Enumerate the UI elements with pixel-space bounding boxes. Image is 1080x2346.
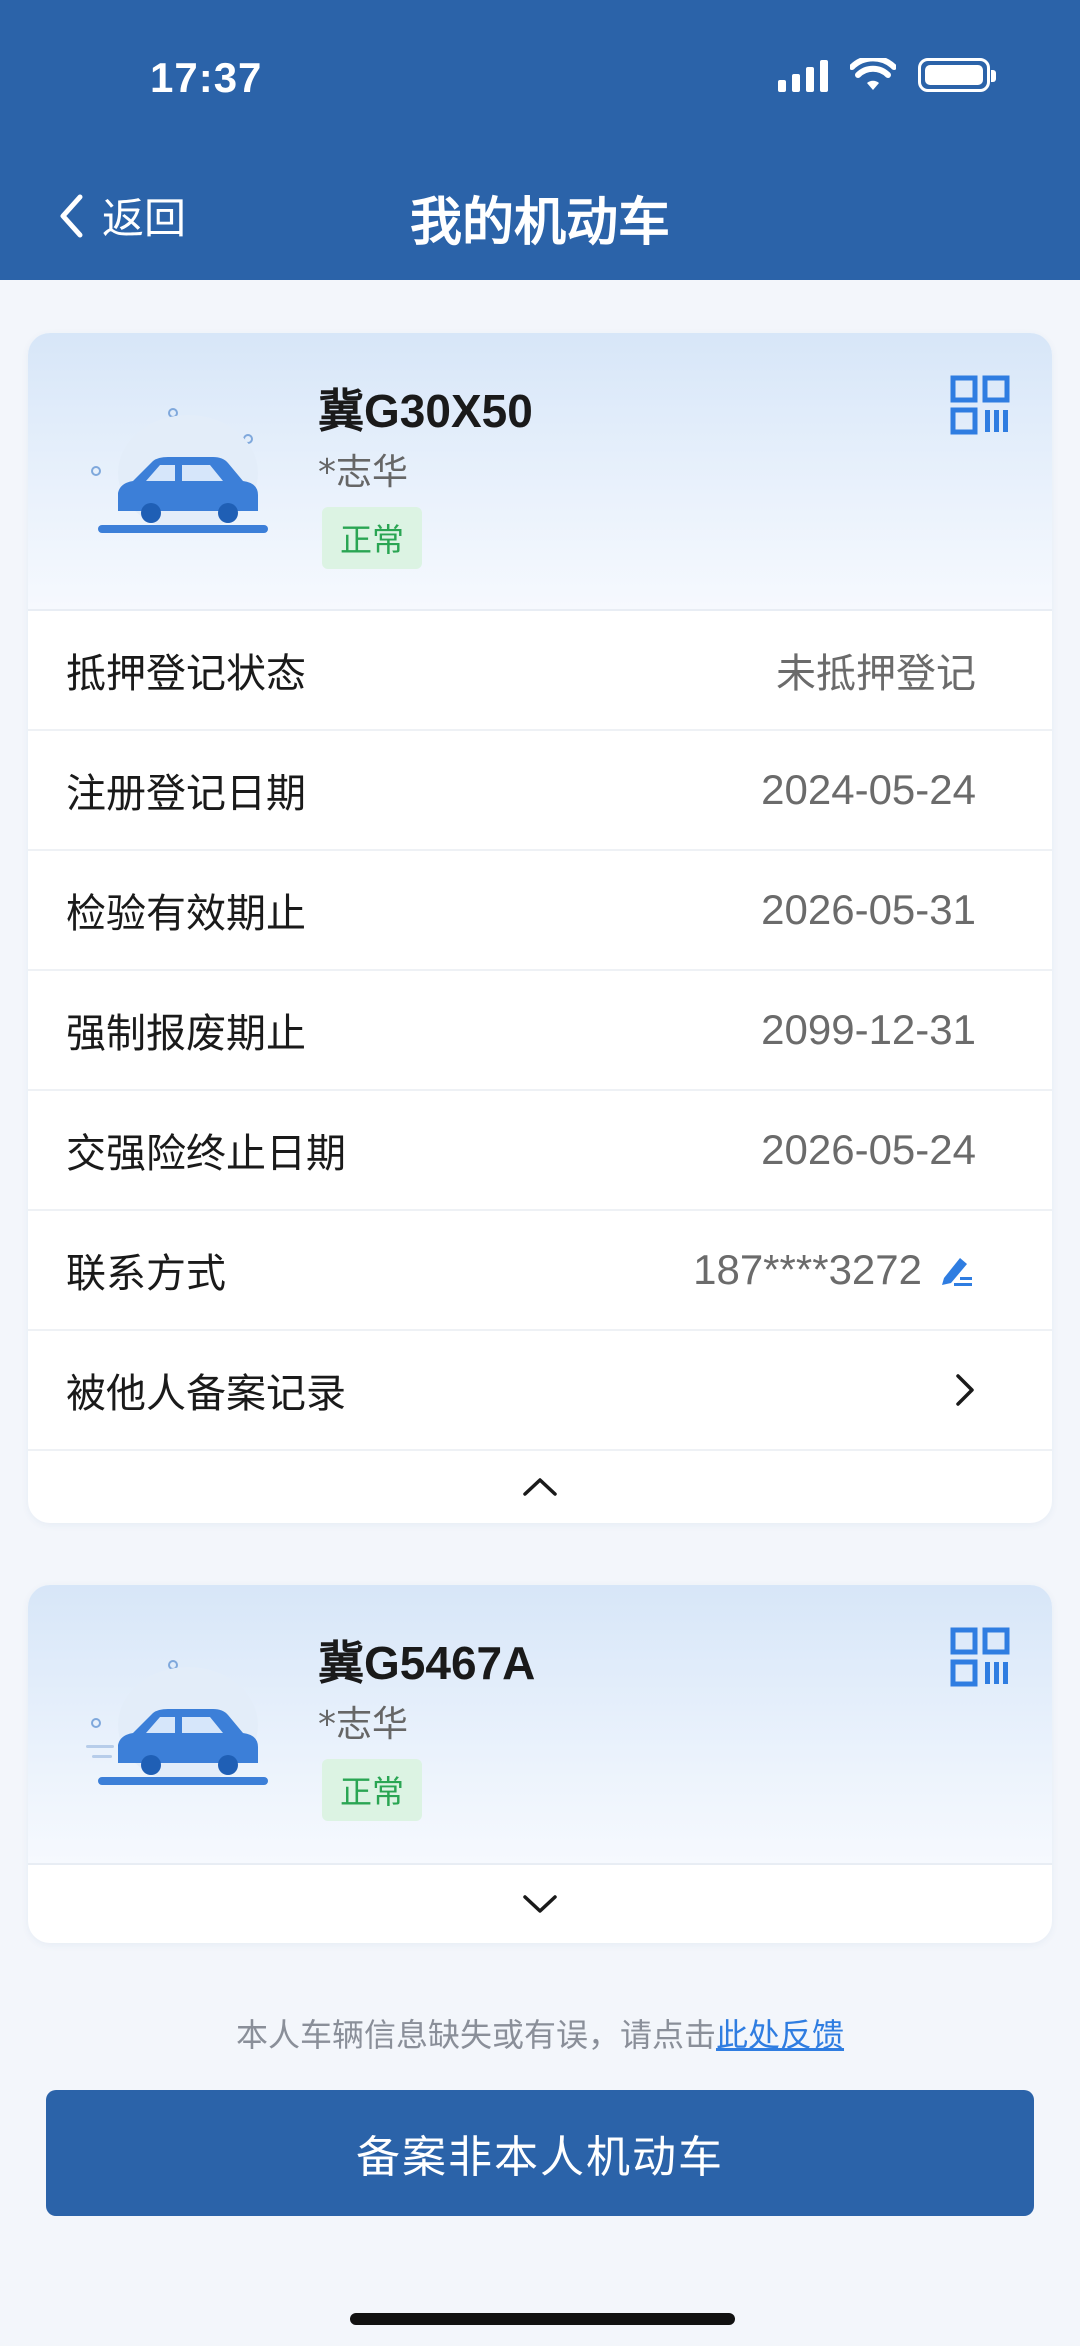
chevron-up-icon [523,1478,557,1496]
row-value: 未抵押登记 [776,651,976,697]
feedback-text: 本人车辆信息缺失或有误，请点击 [235,2016,716,2054]
row-label: 强制报废期止 [66,1011,306,1057]
contact-phone: 187****3272 [693,1246,922,1293]
row-label: 被他人备案记录 [66,1371,346,1417]
row-value: 2099-12-31 [761,1006,976,1053]
wifi-icon [850,58,896,90]
row-label: 交强险终止日期 [66,1131,346,1177]
plate-number: 冀G5467A [318,1637,536,1689]
edit-icon[interactable] [936,1250,976,1290]
vehicle-card-header[interactable]: 冀G30X50 *志华 正常 [28,333,1052,611]
chevron-down-icon [523,1895,557,1913]
home-indicator [350,2313,735,2325]
battery-icon [918,58,996,92]
row-value: 2024-05-24 [761,766,976,813]
mortgage-status-row: 抵押登记状态 未抵押登记 [28,611,1052,731]
expand-button[interactable] [28,1865,1052,1943]
owner-name: *志华 [318,1704,409,1745]
row-value: 187****3272 [693,1246,976,1294]
status-badge: 正常 [322,1759,423,1821]
filing-records-row[interactable]: 被他人备案记录 [28,1331,1052,1451]
inspection-expiry-row: 检验有效期止 2026-05-31 [28,851,1052,971]
car-illustration-icon [86,1660,268,1785]
chevron-left-icon [60,194,83,237]
row-label: 检验有效期止 [66,891,306,937]
registration-date-row: 注册登记日期 2024-05-24 [28,731,1052,851]
row-label: 联系方式 [66,1251,226,1297]
qr-code-icon[interactable] [950,375,1010,435]
status-icons [778,58,996,92]
vehicle-card: 冀G30X50 *志华 正常 抵押登记状态 未抵押登记 注册登记日期 2024-… [28,333,1052,1523]
plate-number: 冀G30X50 [318,385,533,437]
car-illustration-icon [91,408,268,533]
scrap-deadline-row: 强制报废期止 2099-12-31 [28,971,1052,1091]
file-other-vehicle-button[interactable]: 备案非本人机动车 [46,2090,1034,2216]
vehicle-card: 冀G5467A *志华 正常 [28,1585,1052,1943]
feedback-note: 本人车辆信息缺失或有误，请点击此处反馈 [0,2010,1080,2056]
cellular-signal-icon [778,58,828,92]
owner-name: *志华 [318,452,409,493]
chevron-right-icon [956,1374,974,1406]
back-button[interactable]: 返回 [58,185,186,246]
contact-row[interactable]: 联系方式 187****3272 [28,1211,1052,1331]
row-label: 抵押登记状态 [66,651,306,697]
row-label: 注册登记日期 [66,771,306,817]
insurance-expiry-row: 交强险终止日期 2026-05-24 [28,1091,1052,1211]
vehicle-card-header[interactable]: 冀G5467A *志华 正常 [28,1585,1052,1865]
back-label: 返回 [102,194,187,243]
feedback-link[interactable]: 此处反馈 [716,2016,844,2054]
app-header: 17:37 返回 我的机动车 [0,0,1080,280]
status-badge: 正常 [322,507,423,569]
status-time: 17:37 [150,54,263,101]
collapse-button[interactable] [28,1451,1052,1523]
row-value: 2026-05-24 [761,1126,976,1173]
row-value: 2026-05-31 [761,886,976,933]
qr-code-icon[interactable] [950,1627,1010,1687]
